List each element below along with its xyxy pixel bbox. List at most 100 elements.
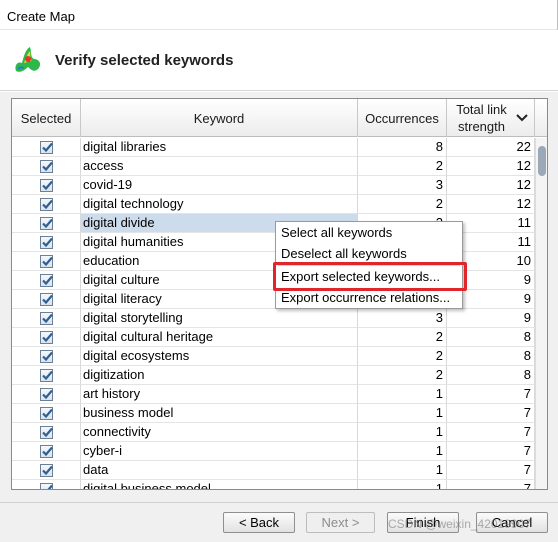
occurrences-cell: 1 — [358, 423, 447, 442]
selected-checkbox[interactable] — [40, 141, 53, 154]
table-row[interactable]: business model 1 7 — [12, 404, 535, 423]
menu-item-deselect-all[interactable]: Deselect all keywords — [281, 244, 407, 264]
checkmark-icon — [43, 484, 53, 489]
occurrences-cell: 1 — [358, 442, 447, 461]
checkmark-icon — [42, 275, 53, 286]
vertical-scrollbar[interactable] — [535, 138, 547, 489]
selected-checkbox[interactable] — [40, 445, 53, 458]
table-row[interactable]: data 1 7 — [12, 461, 535, 480]
back-button[interactable]: < Back — [223, 512, 295, 533]
scrollbar-thumb[interactable] — [538, 146, 546, 176]
table-header: Selected Keyword Occurrences Total link … — [12, 99, 547, 137]
selected-cell — [12, 328, 81, 347]
column-header-selected[interactable]: Selected — [12, 99, 81, 137]
selected-checkbox[interactable] — [40, 350, 53, 363]
table-row[interactable]: digital technology 2 12 — [12, 195, 535, 214]
window-titlebar: Create Map — [0, 0, 558, 30]
selected-checkbox[interactable] — [40, 483, 53, 489]
selected-cell — [12, 385, 81, 404]
table-row[interactable]: access 2 12 — [12, 157, 535, 176]
selected-checkbox[interactable] — [40, 388, 53, 401]
sort-descending-icon — [515, 114, 528, 122]
selected-cell — [12, 214, 81, 233]
column-label-total-link-strength: Total link strength — [452, 101, 512, 135]
table-row[interactable]: covid-19 3 12 — [12, 176, 535, 195]
table-body: digital libraries 8 22 access 2 12 covid-19 3 12… — [12, 138, 535, 489]
table-row[interactable]: art history 1 7 — [12, 385, 535, 404]
selected-cell — [12, 480, 81, 489]
selected-cell — [12, 404, 81, 423]
occurrences-cell: 1 — [358, 385, 447, 404]
next-button[interactable]: Next > — [306, 512, 375, 533]
checkmark-icon — [42, 427, 53, 438]
table-row[interactable]: cyber-i 1 7 — [12, 442, 535, 461]
checkmark-icon — [42, 332, 53, 343]
selected-checkbox[interactable] — [40, 369, 53, 382]
column-header-keyword[interactable]: Keyword — [81, 99, 358, 137]
selected-cell — [12, 423, 81, 442]
table-row[interactable]: digital cultural heritage 2 8 — [12, 328, 535, 347]
selected-checkbox[interactable] — [40, 274, 53, 287]
keyword-cell: digital technology — [81, 195, 358, 214]
total-link-strength-cell: 8 — [447, 366, 535, 385]
occurrences-cell: 2 — [358, 195, 447, 214]
occurrences-cell: 1 — [358, 461, 447, 480]
selected-cell — [12, 461, 81, 480]
keyword-cell: connectivity — [81, 423, 358, 442]
keyword-cell: covid-19 — [81, 176, 358, 195]
checkmark-icon — [42, 370, 53, 381]
total-link-strength-cell: 7 — [447, 480, 535, 489]
table-row[interactable]: digital storytelling 3 9 — [12, 309, 535, 328]
table-row[interactable]: digitization 2 8 — [12, 366, 535, 385]
selected-checkbox[interactable] — [40, 217, 53, 230]
selected-checkbox[interactable] — [40, 426, 53, 439]
selected-checkbox[interactable] — [40, 179, 53, 192]
total-link-strength-cell: 9 — [447, 309, 535, 328]
selected-checkbox[interactable] — [40, 198, 53, 211]
checkmark-icon — [42, 218, 53, 229]
column-header-total-link-strength[interactable]: Total link strength — [447, 99, 535, 137]
selected-checkbox[interactable] — [40, 312, 53, 325]
selected-cell — [12, 176, 81, 195]
selected-checkbox[interactable] — [40, 464, 53, 477]
selected-cell — [12, 138, 81, 157]
checkmark-icon — [42, 294, 53, 305]
page-title: Verify selected keywords — [55, 52, 234, 69]
selected-checkbox[interactable] — [40, 407, 53, 420]
checkmark-icon — [42, 313, 53, 324]
selected-checkbox[interactable] — [40, 331, 53, 344]
table-row[interactable]: connectivity 1 7 — [12, 423, 535, 442]
selected-checkbox[interactable] — [40, 236, 53, 249]
keyword-cell: digital cultural heritage — [81, 328, 358, 347]
keyword-cell: business model — [81, 404, 358, 423]
column-header-occurrences[interactable]: Occurrences — [358, 99, 447, 137]
total-link-strength-cell: 8 — [447, 328, 535, 347]
keyword-cell: digital business model — [81, 480, 358, 489]
selected-cell — [12, 366, 81, 385]
selected-checkbox[interactable] — [40, 255, 53, 268]
wizard-header: Verify selected keywords — [0, 31, 558, 91]
table-row[interactable]: digital libraries 8 22 — [12, 138, 535, 157]
menu-item-export-occurrence-relations[interactable]: Export occurrence relations... — [281, 288, 450, 308]
occurrences-cell: 1 — [358, 480, 447, 489]
selected-cell — [12, 195, 81, 214]
checkmark-icon — [42, 199, 53, 210]
occurrences-cell: 3 — [358, 176, 447, 195]
occurrences-cell: 2 — [358, 366, 447, 385]
keyword-cell: cyber-i — [81, 442, 358, 461]
table-row[interactable]: digital business model 1 7 — [12, 480, 535, 489]
column-label-selected: Selected — [20, 110, 72, 126]
total-link-strength-cell: 7 — [447, 461, 535, 480]
selected-cell — [12, 290, 81, 309]
selected-checkbox[interactable] — [40, 293, 53, 306]
selected-checkbox[interactable] — [40, 160, 53, 173]
occurrences-cell: 1 — [358, 404, 447, 423]
total-link-strength-cell: 12 — [447, 157, 535, 176]
table-row[interactable]: digital ecosystems 2 8 — [12, 347, 535, 366]
column-label-keyword: Keyword — [193, 110, 245, 126]
watermark: CSDN @weixin_42019907 — [388, 517, 531, 531]
checkmark-icon — [42, 408, 53, 419]
total-link-strength-cell: 7 — [447, 442, 535, 461]
menu-item-select-all[interactable]: Select all keywords — [281, 223, 392, 243]
selected-cell — [12, 442, 81, 461]
